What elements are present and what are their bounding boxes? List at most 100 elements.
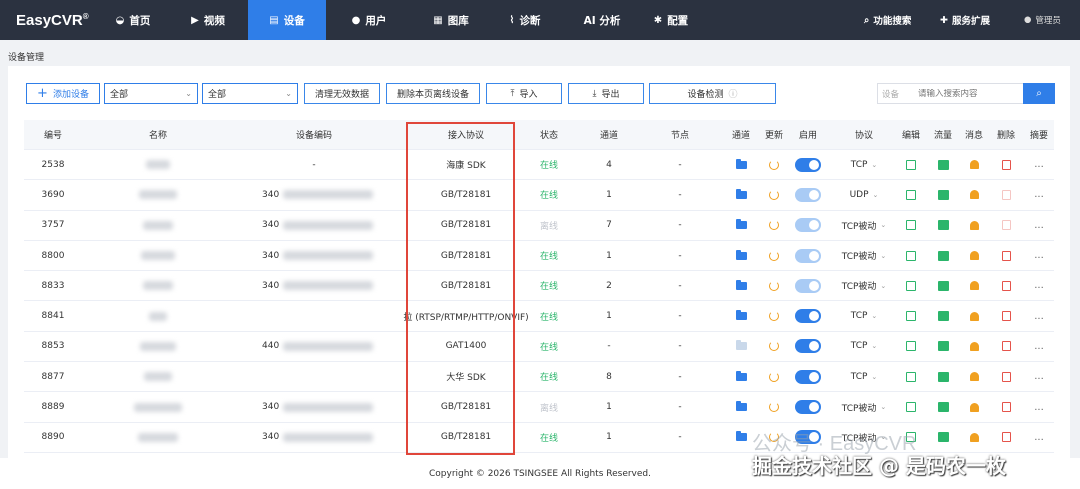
- more-icon[interactable]: ...: [1024, 332, 1054, 361]
- trash-icon[interactable]: [992, 271, 1020, 300]
- bell-icon[interactable]: [960, 362, 988, 391]
- refresh-icon[interactable]: [758, 362, 790, 391]
- trash-icon[interactable]: [992, 362, 1020, 391]
- nav-video[interactable]: ▶ 视频: [168, 0, 248, 40]
- refresh-icon[interactable]: [758, 150, 790, 179]
- edit-icon[interactable]: [898, 271, 924, 300]
- refresh-icon[interactable]: [758, 180, 790, 209]
- enable-toggle[interactable]: [788, 150, 828, 179]
- col-node[interactable]: 节点: [654, 120, 706, 149]
- more-icon[interactable]: ...: [1024, 301, 1054, 330]
- transport-select[interactable]: TCP ⌄: [834, 332, 894, 361]
- bell-icon[interactable]: [960, 271, 988, 300]
- transport-select[interactable]: TCP被动 ⌄: [834, 271, 894, 300]
- enable-toggle[interactable]: [788, 362, 828, 391]
- flow-icon[interactable]: [930, 423, 956, 452]
- enable-toggle[interactable]: [788, 180, 828, 209]
- trash-icon[interactable]: [992, 392, 1020, 421]
- service-extension-button[interactable]: ✚ 服务扩展: [940, 0, 990, 40]
- nav-diagnose[interactable]: ⌇ 诊断: [490, 0, 560, 40]
- bell-icon[interactable]: [960, 150, 988, 179]
- nav-ai-analysis[interactable]: AI 分析: [560, 0, 644, 40]
- enable-toggle[interactable]: [788, 211, 828, 240]
- folder-icon[interactable]: [724, 241, 758, 270]
- trash-icon[interactable]: [992, 301, 1020, 330]
- transport-select[interactable]: TCP被动 ⌄: [834, 392, 894, 421]
- flow-icon[interactable]: [930, 362, 956, 391]
- nav-device[interactable]: ▤ 设备: [248, 0, 326, 40]
- col-code[interactable]: 设备编码: [214, 120, 414, 149]
- bell-icon[interactable]: [960, 392, 988, 421]
- refresh-icon[interactable]: [758, 271, 790, 300]
- nav-home[interactable]: ◒ 首页: [98, 0, 168, 40]
- refresh-icon[interactable]: [758, 211, 790, 240]
- flow-icon[interactable]: [930, 392, 956, 421]
- transport-select[interactable]: TCP ⌄: [834, 301, 894, 330]
- more-icon[interactable]: ...: [1024, 211, 1054, 240]
- flow-icon[interactable]: [930, 271, 956, 300]
- edit-icon[interactable]: [898, 362, 924, 391]
- bell-icon[interactable]: [960, 211, 988, 240]
- transport-select[interactable]: UDP ⌄: [834, 180, 894, 209]
- more-icon[interactable]: ...: [1024, 392, 1054, 421]
- folder-icon[interactable]: [724, 180, 758, 209]
- add-device-button[interactable]: + 添加设备: [26, 83, 100, 104]
- search-input[interactable]: [918, 88, 1018, 99]
- transport-select[interactable]: TCP被动 ⌄: [834, 241, 894, 270]
- more-icon[interactable]: ...: [1024, 271, 1054, 300]
- refresh-icon[interactable]: [758, 301, 790, 330]
- transport-select[interactable]: TCP ⌄: [834, 362, 894, 391]
- bell-icon[interactable]: [960, 180, 988, 209]
- folder-icon[interactable]: [724, 150, 758, 179]
- more-icon[interactable]: ...: [1024, 150, 1054, 179]
- folder-icon[interactable]: [724, 301, 758, 330]
- trash-icon[interactable]: [992, 150, 1020, 179]
- more-icon[interactable]: ...: [1024, 423, 1054, 452]
- enable-toggle[interactable]: [788, 301, 828, 330]
- trash-icon[interactable]: [992, 211, 1020, 240]
- folder-icon[interactable]: [724, 362, 758, 391]
- clean-invalid-button[interactable]: 清理无效数据: [304, 83, 380, 104]
- filter-select-2[interactable]: 全部 ⌄: [202, 83, 298, 104]
- bell-icon[interactable]: [960, 423, 988, 452]
- feature-search-button[interactable]: ⌕ 功能搜索: [864, 0, 911, 40]
- app-logo[interactable]: EasyCVR®: [0, 12, 98, 29]
- trash-icon[interactable]: [992, 332, 1020, 361]
- col-name[interactable]: 名称: [114, 120, 202, 149]
- nav-config[interactable]: ✱ 配置: [644, 0, 698, 40]
- trash-icon[interactable]: [992, 180, 1020, 209]
- folder-icon[interactable]: [724, 332, 758, 361]
- col-id[interactable]: 编号: [24, 120, 82, 149]
- bell-icon[interactable]: [960, 332, 988, 361]
- edit-icon[interactable]: [898, 301, 924, 330]
- export-button[interactable]: ⤓ 导出: [568, 83, 644, 104]
- folder-icon[interactable]: [724, 211, 758, 240]
- search-button[interactable]: ⌕: [1023, 83, 1055, 104]
- delete-offline-button[interactable]: 删除本页离线设备: [386, 83, 480, 104]
- edit-icon[interactable]: [898, 392, 924, 421]
- trash-icon[interactable]: [992, 423, 1020, 452]
- more-icon[interactable]: ...: [1024, 180, 1054, 209]
- flow-icon[interactable]: [930, 180, 956, 209]
- folder-icon[interactable]: [724, 392, 758, 421]
- flow-icon[interactable]: [930, 301, 956, 330]
- flow-icon[interactable]: [930, 241, 956, 270]
- edit-icon[interactable]: [898, 180, 924, 209]
- more-icon[interactable]: ...: [1024, 362, 1054, 391]
- flow-icon[interactable]: [930, 150, 956, 179]
- trash-icon[interactable]: [992, 241, 1020, 270]
- transport-select[interactable]: TCP被动 ⌄: [834, 211, 894, 240]
- folder-icon[interactable]: [724, 271, 758, 300]
- bell-icon[interactable]: [960, 301, 988, 330]
- edit-icon[interactable]: [898, 150, 924, 179]
- refresh-icon[interactable]: [758, 332, 790, 361]
- filter-select-1[interactable]: 全部 ⌄: [104, 83, 198, 104]
- edit-icon[interactable]: [898, 332, 924, 361]
- flow-icon[interactable]: [930, 211, 956, 240]
- nav-user[interactable]: ● 用户: [326, 0, 412, 40]
- device-detect-button[interactable]: 设备检测 ⓘ: [649, 83, 776, 104]
- refresh-icon[interactable]: [758, 392, 790, 421]
- user-menu[interactable]: ● 管理员: [1024, 0, 1061, 40]
- edit-icon[interactable]: [898, 211, 924, 240]
- enable-toggle[interactable]: [788, 392, 828, 421]
